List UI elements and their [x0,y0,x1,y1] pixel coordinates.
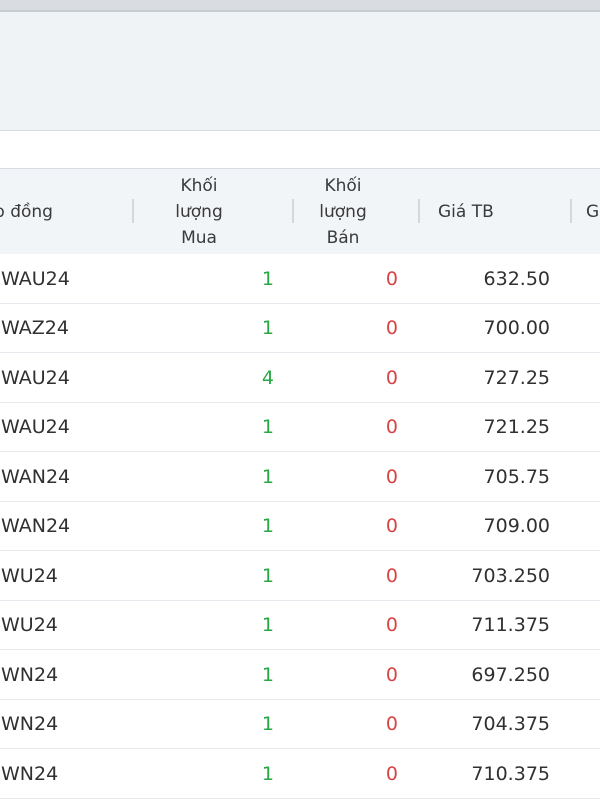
contract-cell: WN24 [1,713,59,736]
contract-cell: WU24 [1,564,58,587]
average-price-cell: 704.375 [471,713,550,736]
next-column-cell [572,601,600,651]
contract-cell: WAZ24 [1,317,69,340]
next-column-cell [572,650,600,700]
column-header-contract[interactable]: p đồng [0,169,132,254]
column-header-average-price[interactable]: Giá TB [420,169,568,254]
table-row[interactable]: WAU24 1 0 721.25 [0,403,600,453]
next-column-cell [572,749,600,799]
trading-page: p đồng Khối lượng Mua Khối lượng Bán Giá… [0,0,600,800]
sell-volume-cell: 0 [385,465,398,488]
column-header-sell-volume[interactable]: Khối lượng Bán [284,169,402,254]
average-price-cell: 697.250 [471,663,550,686]
average-price-cell: 705.75 [483,465,550,488]
next-column-cell [572,502,600,552]
buy-volume-cell: 1 [261,614,274,637]
average-price-cell: 721.25 [483,416,550,439]
contract-cell: WN24 [1,663,59,686]
buy-volume-cell: 4 [261,366,274,389]
sell-volume-cell: 0 [385,762,398,785]
contract-cell: WAN24 [1,515,71,538]
table-row[interactable]: WU24 1 0 711.375 [0,601,600,651]
buy-volume-cell: 1 [261,762,274,785]
average-price-cell: 727.25 [483,366,550,389]
table-row[interactable]: WN24 1 0 710.375 [0,749,600,799]
next-column-cell [572,254,600,304]
average-price-cell: 709.00 [483,515,550,538]
next-column-cell [572,452,600,502]
average-price-cell: 711.375 [471,614,550,637]
table-row[interactable]: WN24 1 0 697.250 [0,650,600,700]
table-header: p đồng Khối lượng Mua Khối lượng Bán Giá… [0,169,600,255]
buy-volume-cell: 1 [261,267,274,290]
buy-volume-cell: 1 [261,663,274,686]
buy-volume-cell: 1 [261,416,274,439]
contract-cell: WAN24 [1,465,71,488]
sell-volume-cell: 0 [385,713,398,736]
next-column-cell [572,403,600,453]
sell-volume-cell: 0 [385,267,398,290]
table-row[interactable]: WAU24 4 0 727.25 [0,353,600,403]
table-body: WAU24 1 0 632.50 WAZ24 1 0 700.00 WAU24 … [0,254,600,800]
table-row[interactable]: WU24 1 0 703.250 [0,551,600,601]
table-row[interactable]: WAN24 1 0 709.00 [0,502,600,552]
table-row[interactable]: WAZ24 1 0 700.00 [0,304,600,354]
contract-cell: WU24 [1,614,58,637]
next-column-cell [572,700,600,750]
sell-volume-cell: 0 [385,564,398,587]
table-row[interactable]: WN24 1 0 704.375 [0,700,600,750]
average-price-cell: 710.375 [471,762,550,785]
next-column-cell [572,353,600,403]
buy-volume-cell: 1 [261,465,274,488]
column-header-buy-volume[interactable]: Khối lượng Mua [132,169,266,254]
filter-panel [0,12,600,131]
next-column-cell [572,551,600,601]
sell-volume-cell: 0 [385,663,398,686]
sell-volume-cell: 0 [385,366,398,389]
buy-volume-cell: 1 [261,515,274,538]
table-row[interactable]: WAN24 1 0 705.75 [0,452,600,502]
contract-cell: WAU24 [1,366,70,389]
buy-volume-cell: 1 [261,317,274,340]
sell-volume-cell: 0 [385,416,398,439]
average-price-cell: 700.00 [483,317,550,340]
next-column-cell [572,304,600,354]
table-row[interactable]: WAU24 1 0 632.50 [0,254,600,304]
sell-volume-cell: 0 [385,614,398,637]
sell-volume-cell: 0 [385,515,398,538]
contract-cell: WAU24 [1,416,70,439]
buy-volume-cell: 1 [261,564,274,587]
average-price-cell: 703.250 [471,564,550,587]
column-header-next[interactable]: G [572,169,600,254]
contract-cell: WAU24 [1,267,70,290]
average-price-cell: 632.50 [483,267,550,290]
sell-volume-cell: 0 [385,317,398,340]
top-bar [0,0,600,10]
buy-volume-cell: 1 [261,713,274,736]
contract-cell: WN24 [1,762,59,785]
